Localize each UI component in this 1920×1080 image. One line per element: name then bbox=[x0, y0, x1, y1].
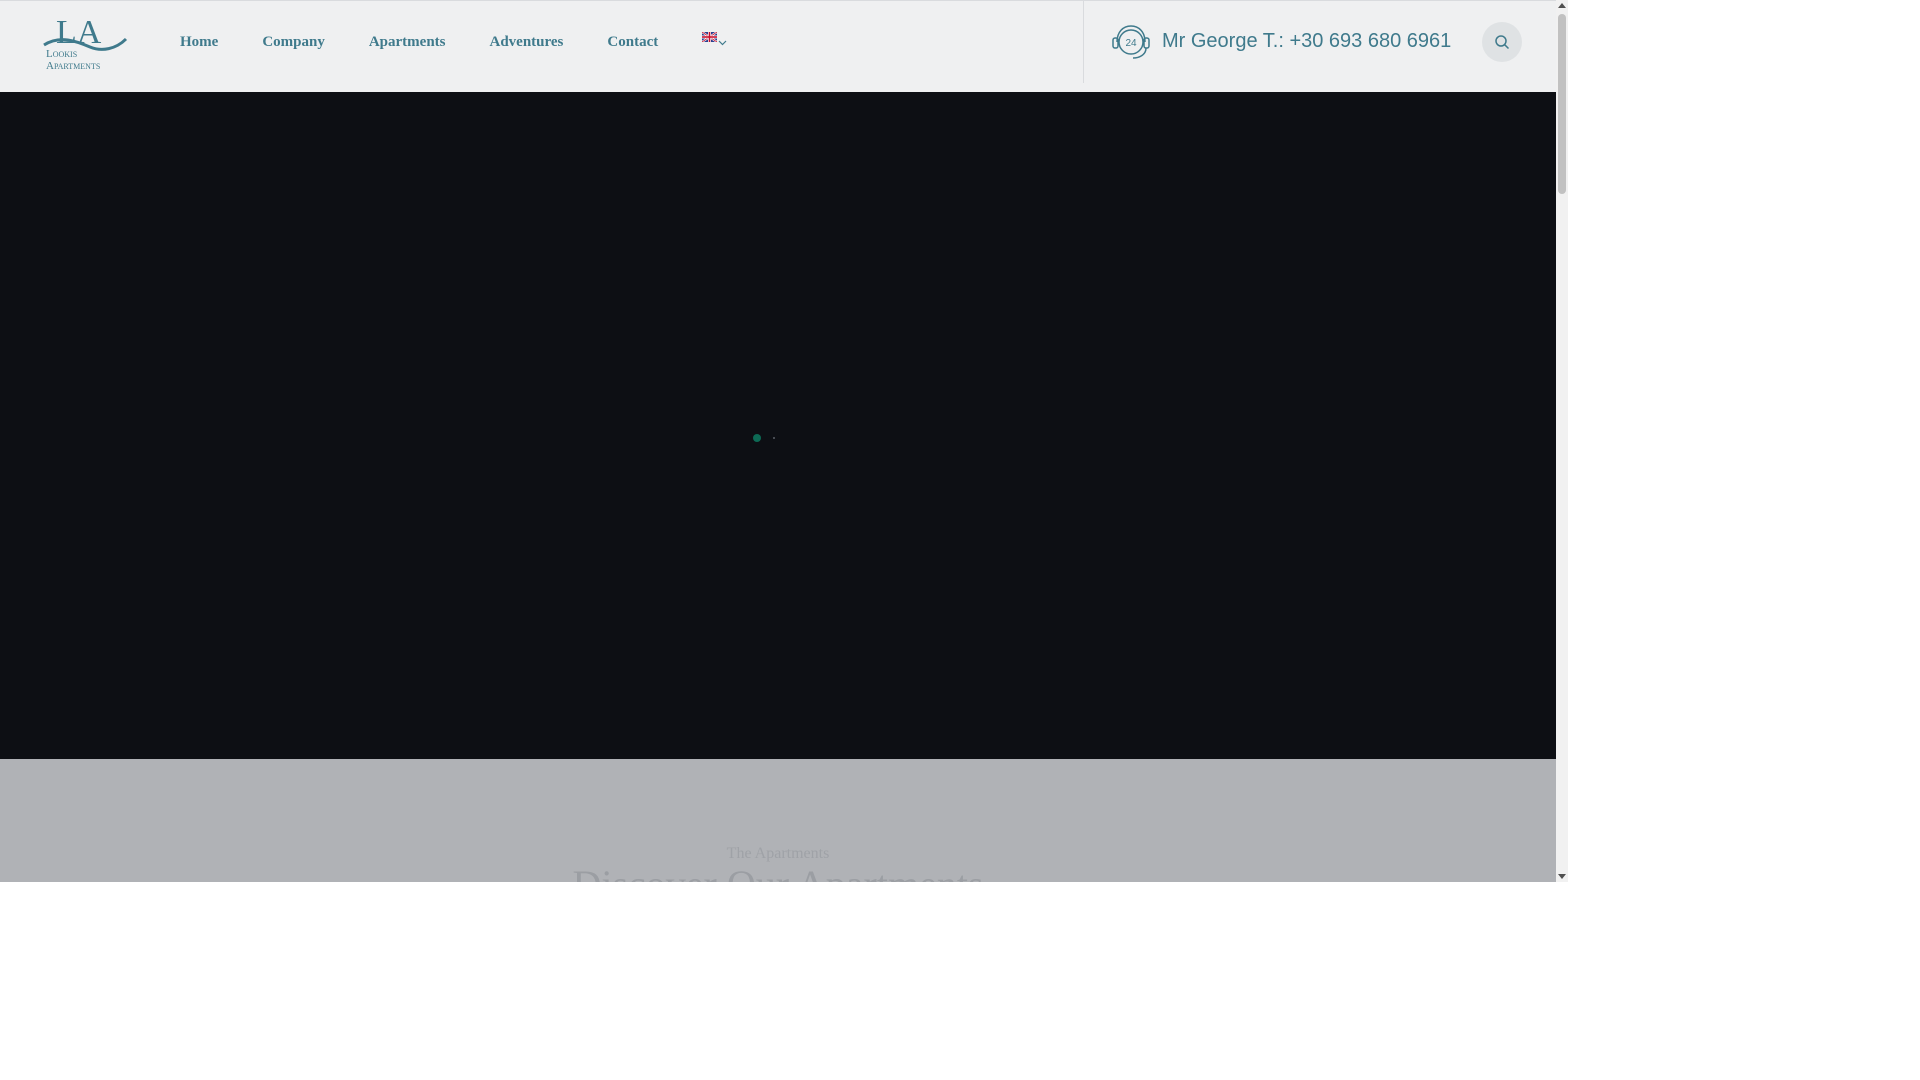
site-header: LA Lookis Apartments Home Company Apartm… bbox=[0, 0, 1556, 92]
nav-company[interactable]: Company bbox=[240, 34, 347, 51]
nav-home[interactable]: Home bbox=[158, 34, 240, 51]
site-logo[interactable]: LA Lookis Apartments bbox=[42, 9, 128, 73]
apartments-section: The Apartments Discover Our Apartments bbox=[0, 759, 1556, 882]
language-switcher[interactable] bbox=[680, 32, 749, 46]
logo-monogram: LA bbox=[56, 14, 102, 51]
main-nav: Home Company Apartments Adventures Conta… bbox=[158, 1, 749, 83]
scroll-down-arrow-icon[interactable] bbox=[1558, 874, 1566, 879]
uk-flag-icon bbox=[702, 32, 718, 42]
search-icon bbox=[1495, 35, 1510, 50]
nav-apartments[interactable]: Apartments bbox=[347, 34, 468, 51]
slider-dot-active[interactable] bbox=[753, 434, 761, 442]
logo-line-2: Apartments bbox=[46, 60, 100, 72]
logo-graphic: LA Lookis Apartments bbox=[43, 14, 128, 72]
support-24h-icon: 24 bbox=[1112, 25, 1150, 59]
logo-line-1: Lookis bbox=[46, 48, 77, 60]
section-subtitle: The Apartments bbox=[726, 845, 830, 862]
search-button[interactable] bbox=[1482, 22, 1522, 62]
page: LA Lookis Apartments Home Company Apartm… bbox=[0, 0, 1568, 882]
svg-text:24: 24 bbox=[1125, 38, 1137, 49]
scrollbar-thumb[interactable] bbox=[1558, 14, 1566, 194]
chevron-down-icon bbox=[718, 40, 727, 46]
section-title: Discover Our Apartments bbox=[0, 865, 1556, 883]
header-divider bbox=[1083, 1, 1084, 83]
slider-dot[interactable] bbox=[773, 437, 775, 439]
hero-slider bbox=[0, 92, 1556, 759]
nav-contact[interactable]: Contact bbox=[585, 34, 680, 51]
contact-phone[interactable]: Mr George T.: +30 693 680 6961 bbox=[1162, 30, 1451, 53]
nav-adventures[interactable]: Adventures bbox=[468, 34, 586, 51]
scroll-up-arrow-icon[interactable] bbox=[1558, 3, 1566, 8]
page-scrollbar[interactable] bbox=[1556, 0, 1568, 882]
